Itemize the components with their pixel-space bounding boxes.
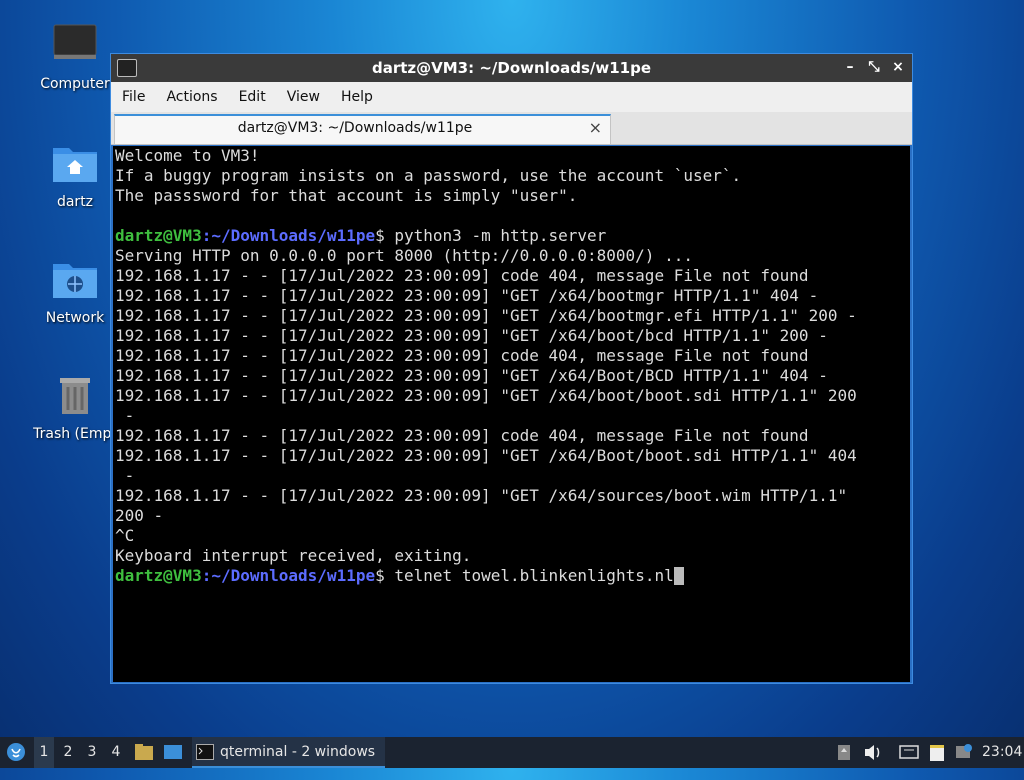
prompt-end: $ [375, 226, 385, 245]
prompt-user: dartz@VM3 [115, 226, 202, 245]
desktop-icon [164, 745, 182, 759]
prompt-end: $ [375, 566, 385, 585]
terminal-line: 192.168.1.17 - - [17/Jul/2022 23:00:09] … [115, 306, 857, 325]
command-text: python3 -m http.server [384, 226, 607, 245]
notes-icon [930, 745, 944, 761]
terminal-line: Serving HTTP on 0.0.0.0 port 8000 (http:… [115, 246, 693, 265]
notes-tray[interactable] [926, 737, 948, 768]
terminal-line: Welcome to VM3! [115, 146, 260, 165]
minimize-button[interactable]: – [842, 57, 858, 77]
workspace-4[interactable]: 4 [106, 737, 126, 768]
tab-label: dartz@VM3: ~/Downloads/w11pe [237, 120, 473, 136]
terminal-window: dartz@VM3: ~/Downloads/w11pe – ⤡ × File A… [110, 53, 913, 684]
menu-file[interactable]: File [111, 82, 155, 105]
home-folder-icon [51, 140, 99, 188]
show-desktop-button[interactable] [162, 737, 184, 768]
network-tray[interactable] [898, 737, 920, 768]
window-title: dartz@VM3: ~/Downloads/w11pe [371, 59, 652, 77]
menu-edit[interactable]: Edit [228, 82, 276, 105]
text-cursor [673, 567, 684, 585]
prompt-separator: : [201, 226, 212, 245]
app-menu-icon [7, 743, 25, 761]
terminal-line: 192.168.1.17 - - [17/Jul/2022 23:00:09] … [115, 366, 828, 385]
terminal-line: 192.168.1.17 - - [17/Jul/2022 23:00:09] … [115, 266, 809, 285]
task-label: qterminal - 2 windows [220, 744, 376, 760]
taskbar-task-qterminal[interactable]: qterminal - 2 windows [192, 737, 385, 768]
close-button[interactable]: × [890, 57, 906, 77]
prompt-separator: : [201, 566, 212, 585]
terminal-prompt-line: dartz@VM3:~/Downloads/w11pe$ python3 -m … [113, 226, 910, 246]
terminal-line: - [115, 406, 135, 425]
update-icon [956, 744, 972, 758]
menu-bar: File Actions Edit View Help [111, 82, 912, 112]
workspace-2[interactable]: 2 [58, 737, 78, 768]
clipboard-tray[interactable] [834, 737, 854, 768]
computer-icon [51, 22, 99, 70]
terminal-output[interactable]: Welcome to VM3! If a buggy program insis… [113, 146, 910, 682]
network-icon [899, 745, 919, 759]
terminal-line: 192.168.1.17 - - [17/Jul/2022 23:00:09] … [115, 386, 857, 405]
clock[interactable]: 23:04 [982, 737, 1022, 768]
terminal-line: 192.168.1.17 - - [17/Jul/2022 23:00:09] … [115, 486, 848, 505]
menu-help[interactable]: Help [330, 82, 383, 105]
prompt-user: dartz@VM3 [115, 566, 202, 585]
terminal-line: 200 - [115, 506, 164, 525]
network-folder-icon [51, 256, 99, 304]
terminal-line: 192.168.1.17 - - [17/Jul/2022 23:00:09] … [115, 346, 809, 365]
window-titlebar[interactable]: dartz@VM3: ~/Downloads/w11pe – ⤡ × [111, 54, 912, 82]
taskbar: 1 2 3 4 qterminal - 2 windows 23:04 [0, 737, 1024, 768]
terminal-line: Keyboard interrupt received, exiting. [115, 546, 472, 565]
terminal-line: 192.168.1.17 - - [17/Jul/2022 23:00:09] … [115, 426, 809, 445]
terminal-line: If a buggy program insists on a password… [115, 166, 742, 185]
workspace-1[interactable]: 1 [34, 737, 54, 768]
trash-icon [51, 372, 99, 420]
menu-actions[interactable]: Actions [155, 82, 227, 105]
terminal-prompt-line: dartz@VM3:~/Downloads/w11pe$ telnet towe… [113, 566, 910, 586]
command-input-text[interactable]: telnet towel.blinkenlights.nl [385, 566, 673, 585]
terminal-line: 192.168.1.17 - - [17/Jul/2022 23:00:09] … [115, 326, 828, 345]
folder-icon [135, 744, 153, 760]
update-tray[interactable] [953, 737, 975, 768]
tab-terminal[interactable]: dartz@VM3: ~/Downloads/w11pe × [114, 114, 611, 144]
prompt-path: ~/Downloads/w11pe [211, 566, 376, 585]
terminal-line: ^C [115, 526, 135, 545]
clipboard-icon [838, 745, 850, 760]
tab-close-button[interactable]: × [589, 118, 602, 137]
terminal-line: 192.168.1.17 - - [17/Jul/2022 23:00:09] … [115, 446, 857, 465]
workspace-3[interactable]: 3 [82, 737, 102, 768]
file-manager-launcher[interactable] [133, 737, 155, 768]
restore-button[interactable]: ⤡ [866, 57, 882, 77]
menu-view[interactable]: View [276, 82, 330, 105]
volume-tray[interactable] [862, 737, 884, 768]
terminal-line: - [115, 466, 135, 485]
terminal-task-icon [196, 744, 214, 760]
terminal-line: 192.168.1.17 - - [17/Jul/2022 23:00:09] … [115, 286, 819, 305]
prompt-path: ~/Downloads/w11pe [211, 226, 376, 245]
tab-bar: dartz@VM3: ~/Downloads/w11pe × [111, 112, 912, 145]
terminal-line: The passsword for that account is simply… [115, 186, 578, 205]
volume-icon [865, 745, 880, 760]
start-menu-button[interactable] [4, 737, 28, 768]
